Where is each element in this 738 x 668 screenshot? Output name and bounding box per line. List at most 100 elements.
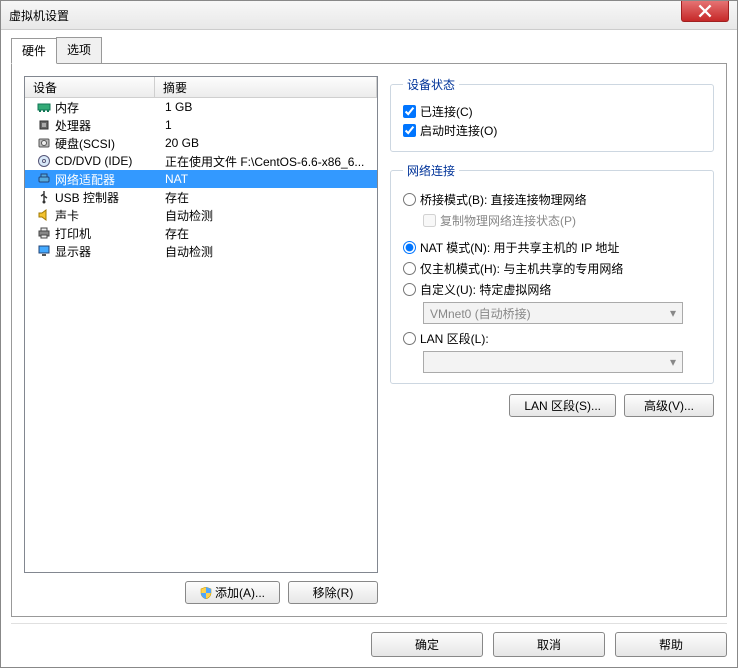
table-row[interactable]: USB 控制器存在 — [25, 188, 377, 206]
dialog-body: 硬件 选项 设备 摘要 内存1 GB处理器1硬盘(SCSI)20 GBCD/DV… — [1, 29, 737, 667]
device-label: 内存 — [53, 99, 157, 116]
chevron-down-icon: ▾ — [670, 306, 676, 320]
device-table: 设备 摘要 内存1 GB处理器1硬盘(SCSI)20 GBCD/DVD (IDE… — [24, 76, 378, 573]
ok-button[interactable]: 确定 — [371, 632, 483, 657]
device-summary: 存在 — [157, 189, 377, 206]
sound-icon — [25, 208, 53, 222]
device-rows: 内存1 GB处理器1硬盘(SCSI)20 GBCD/DVD (IDE)正在使用文… — [25, 98, 377, 260]
device-label: CD/DVD (IDE) — [53, 154, 157, 168]
lan-radio-row[interactable]: LAN 区段(L): — [403, 330, 701, 347]
advanced-button[interactable]: 高级(V)... — [624, 394, 714, 417]
table-row[interactable]: 声卡自动检测 — [25, 206, 377, 224]
memory-icon — [25, 100, 53, 114]
device-label: 声卡 — [53, 207, 157, 224]
device-buttons: 添加(A)... 移除(R) — [24, 581, 378, 604]
device-state-legend: 设备状态 — [403, 76, 459, 93]
hostonly-radio[interactable] — [403, 262, 416, 275]
settings-column: 设备状态 已连接(C) 启动时连接(O) 网络连接 桥接模式(B): 直接连接物 — [390, 76, 714, 604]
window-title: 虚拟机设置 — [5, 7, 69, 24]
replicate-label: 复制物理网络连接状态(P) — [440, 212, 576, 229]
device-state-group: 设备状态 已连接(C) 启动时连接(O) — [390, 76, 714, 152]
device-label: 显示器 — [53, 243, 157, 260]
device-label: 打印机 — [53, 225, 157, 242]
custom-network-combo: VMnet0 (自动桥接) ▾ — [423, 302, 683, 324]
table-row[interactable]: 显示器自动检测 — [25, 242, 377, 260]
device-summary: 1 — [157, 118, 377, 132]
replicate-checkbox-row: 复制物理网络连接状态(P) — [423, 212, 701, 229]
hdd-icon — [25, 136, 53, 150]
network-connection-legend: 网络连接 — [403, 162, 459, 179]
tab-options[interactable]: 选项 — [56, 37, 102, 63]
device-label: 网络适配器 — [53, 171, 157, 188]
close-button[interactable] — [681, 1, 729, 22]
close-icon — [698, 4, 712, 18]
tab-panel-hardware: 设备 摘要 内存1 GB处理器1硬盘(SCSI)20 GBCD/DVD (IDE… — [11, 63, 727, 617]
table-row[interactable]: 内存1 GB — [25, 98, 377, 116]
nat-radio-row[interactable]: NAT 模式(N): 用于共享主机的 IP 地址 — [403, 239, 701, 256]
hostonly-radio-row[interactable]: 仅主机模式(H): 与主机共享的专用网络 — [403, 260, 701, 277]
connect-poweron-label: 启动时连接(O) — [420, 122, 497, 139]
tab-strip: 硬件 选项 — [11, 37, 727, 63]
uac-shield-icon — [200, 587, 212, 599]
tab-hardware[interactable]: 硬件 — [11, 38, 57, 64]
custom-combo-value: VMnet0 (自动桥接) — [430, 305, 531, 322]
add-device-label: 添加(A)... — [215, 586, 265, 600]
display-icon — [25, 244, 53, 258]
connected-checkbox-row[interactable]: 已连接(C) — [403, 103, 701, 120]
nat-label: NAT 模式(N): 用于共享主机的 IP 地址 — [420, 239, 619, 256]
lan-label: LAN 区段(L): — [420, 330, 489, 347]
lan-segment-combo: ▾ — [423, 351, 683, 373]
right-buttons: LAN 区段(S)... 高级(V)... — [390, 394, 714, 417]
titlebar: 虚拟机设置 — [1, 1, 737, 30]
lan-combo-wrap: ▾ — [423, 351, 701, 373]
network-connection-group: 网络连接 桥接模式(B): 直接连接物理网络 复制物理网络连接状态(P) NAT… — [390, 162, 714, 384]
custom-label: 自定义(U): 特定虚拟网络 — [420, 281, 551, 298]
table-row[interactable]: CD/DVD (IDE)正在使用文件 F:\CentOS-6.6-x86_6..… — [25, 152, 377, 170]
bridged-radio[interactable] — [403, 193, 416, 206]
table-row[interactable]: 处理器1 — [25, 116, 377, 134]
nat-radio[interactable] — [403, 241, 416, 254]
dialog-footer: 确定 取消 帮助 — [11, 623, 727, 657]
device-summary: NAT — [157, 172, 377, 186]
device-summary: 自动检测 — [157, 207, 377, 224]
col-summary[interactable]: 摘要 — [155, 77, 377, 97]
device-label: 硬盘(SCSI) — [53, 135, 157, 152]
device-table-header: 设备 摘要 — [25, 77, 377, 98]
usb-icon — [25, 190, 53, 204]
table-row[interactable]: 打印机存在 — [25, 224, 377, 242]
device-summary: 20 GB — [157, 136, 377, 150]
table-row[interactable]: 网络适配器NAT — [25, 170, 377, 188]
replicate-checkbox — [423, 214, 436, 227]
cpu-icon — [25, 118, 53, 132]
lan-radio[interactable] — [403, 332, 416, 345]
connect-poweron-row[interactable]: 启动时连接(O) — [403, 122, 701, 139]
bridged-label: 桥接模式(B): 直接连接物理网络 — [420, 191, 587, 208]
vm-settings-window: 虚拟机设置 硬件 选项 设备 摘要 内存1 GB处理器1硬盘(SCSI)20 G… — [0, 0, 738, 668]
help-button[interactable]: 帮助 — [615, 632, 727, 657]
device-label: 处理器 — [53, 117, 157, 134]
device-summary: 1 GB — [157, 100, 377, 114]
network-icon — [25, 172, 53, 186]
custom-radio-row[interactable]: 自定义(U): 特定虚拟网络 — [403, 281, 701, 298]
device-list-column: 设备 摘要 内存1 GB处理器1硬盘(SCSI)20 GBCD/DVD (IDE… — [24, 76, 378, 604]
device-summary: 存在 — [157, 225, 377, 242]
connected-label: 已连接(C) — [420, 103, 473, 120]
printer-icon — [25, 226, 53, 240]
hostonly-label: 仅主机模式(H): 与主机共享的专用网络 — [420, 260, 623, 277]
remove-device-button[interactable]: 移除(R) — [288, 581, 378, 604]
table-row[interactable]: 硬盘(SCSI)20 GB — [25, 134, 377, 152]
cancel-button[interactable]: 取消 — [493, 632, 605, 657]
custom-combo-wrap: VMnet0 (自动桥接) ▾ — [423, 302, 701, 324]
add-device-button[interactable]: 添加(A)... — [185, 581, 280, 604]
col-device[interactable]: 设备 — [25, 77, 155, 97]
connect-poweron-checkbox[interactable] — [403, 124, 416, 137]
device-label: USB 控制器 — [53, 189, 157, 206]
lan-segments-button[interactable]: LAN 区段(S)... — [509, 394, 616, 417]
bridged-radio-row[interactable]: 桥接模式(B): 直接连接物理网络 — [403, 191, 701, 208]
connected-checkbox[interactable] — [403, 105, 416, 118]
device-summary: 正在使用文件 F:\CentOS-6.6-x86_6... — [157, 153, 377, 170]
chevron-down-icon: ▾ — [670, 355, 676, 369]
device-summary: 自动检测 — [157, 243, 377, 260]
custom-radio[interactable] — [403, 283, 416, 296]
cd-icon — [25, 154, 53, 168]
